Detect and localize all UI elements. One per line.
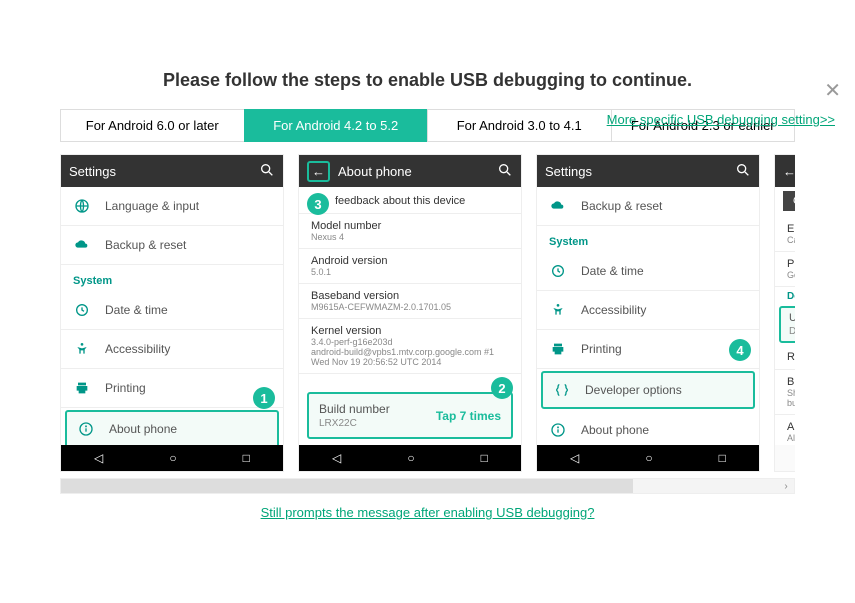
row-sub: Nexus 4 [311, 232, 509, 242]
item-label: Accessibility [105, 342, 170, 356]
print-icon [549, 340, 567, 358]
row-sub: Capture all bluetoot [787, 235, 795, 245]
developer-options-highlight: Developer options [541, 371, 755, 409]
item-label: About phone [109, 422, 177, 436]
section-system: System [61, 265, 283, 291]
clock-icon [73, 301, 91, 319]
android-nav-bar: ◁ ○ □ [61, 445, 283, 471]
screenshot-step-3: Settings Backup & reset System Date & ti… [536, 154, 760, 472]
cloud-icon [73, 236, 91, 254]
nav-back-icon: ◁ [94, 451, 103, 465]
step-badge-3: 3 [307, 193, 329, 215]
nav-back-icon: ◁ [332, 451, 341, 465]
row-sub: 3.4.0-perf-g16e203d android-build@vpbs1.… [311, 337, 509, 367]
usb-debugging-title: USB debugging [789, 312, 795, 324]
nav-home-icon: ○ [169, 451, 176, 465]
build-title: Build number [319, 402, 390, 416]
info-icon [77, 420, 95, 438]
item-label: Printing [105, 381, 146, 395]
item-label: Backup & reset [581, 199, 662, 213]
scroll-thumb[interactable] [61, 479, 633, 493]
clock-icon [549, 262, 567, 280]
row-title: Kernel version [311, 325, 509, 337]
usb-debugging-sub: Debug mode when [789, 326, 795, 337]
instruction-gallery: Settings Language & input Backup & reset… [60, 154, 795, 472]
row-title: Android version [311, 255, 509, 267]
toggle-on: On [783, 191, 795, 211]
row-title: Process Stats [787, 258, 795, 270]
screenshot-step-4: ←Develop On Enable BluetoothCapture all … [774, 154, 795, 472]
item-label: Developer options [585, 383, 682, 397]
item-label: Printing [581, 342, 622, 356]
row-sub: Show a button in th bug report [787, 388, 795, 408]
step-badge-2: 2 [491, 377, 513, 399]
close-button[interactable]: ✕ [824, 78, 841, 103]
tab-android-4-2[interactable]: For Android 4.2 to 5.2 [244, 109, 429, 142]
item-label: About phone [581, 423, 649, 437]
back-arrow-icon: ← [307, 161, 330, 182]
item-label: Language & input [105, 199, 199, 213]
row-title: Revoke USB debu [787, 351, 795, 363]
nav-recent-icon: □ [243, 451, 250, 465]
row-title: Baseband version [311, 290, 509, 302]
braces-icon [553, 381, 571, 399]
phone3-header: Settings [545, 164, 735, 179]
dialog-title: Please follow the steps to enable USB de… [0, 70, 855, 91]
item-label: Backup & reset [105, 238, 186, 252]
item-label: Date & time [105, 303, 168, 317]
row-title: Enable Bluetooth [787, 223, 795, 235]
step-badge-1: 1 [253, 387, 275, 409]
screenshot-step-2: ← About phone 3 feedback about this devi… [298, 154, 522, 472]
debugging-section: Debugging [775, 287, 795, 304]
phone2-header: About phone [338, 164, 497, 179]
row-title: Bug report short [787, 376, 795, 388]
feedback-label: feedback about this device [335, 195, 465, 207]
build-number-highlight: Build number LRX22C Tap 7 times [307, 392, 513, 439]
accessibility-icon [73, 340, 91, 358]
still-prompts-link[interactable]: Still prompts the message after enabling… [261, 505, 595, 520]
row-sub: 5.0.1 [311, 267, 509, 277]
tab-android-3[interactable]: For Android 3.0 to 4.1 [427, 109, 612, 142]
nav-recent-icon: □ [481, 451, 488, 465]
row-sub: Geeky stats about r [787, 270, 795, 280]
horizontal-scrollbar[interactable]: ‹ › [60, 478, 795, 494]
tab-android-6[interactable]: For Android 6.0 or later [60, 109, 245, 142]
print-icon [73, 379, 91, 397]
about-phone-highlight: About phone [65, 410, 279, 445]
step-badge-4: 4 [729, 339, 751, 361]
accessibility-icon [549, 301, 567, 319]
search-icon [735, 162, 751, 181]
back-arrow-icon: ← [783, 164, 795, 179]
screenshot-step-1: Settings Language & input Backup & reset… [60, 154, 284, 472]
nav-home-icon: ○ [407, 451, 414, 465]
android-nav-bar: ◁ ○ □ [299, 445, 521, 471]
cloud-icon [549, 197, 567, 215]
row-title: Allow mock locat [787, 421, 795, 433]
row-title: Model number [311, 220, 509, 232]
item-label: Date & time [581, 264, 644, 278]
nav-recent-icon: □ [719, 451, 726, 465]
tap-7-times-label: Tap 7 times [436, 409, 501, 423]
info-icon [549, 421, 567, 439]
nav-back-icon: ◁ [570, 451, 579, 465]
section-system: System [537, 226, 759, 252]
row-sub: Allow mock locatio [787, 433, 795, 443]
phone1-header: Settings [69, 164, 259, 179]
search-icon [497, 162, 513, 181]
globe-icon [73, 197, 91, 215]
row-sub: M9615A-CEFWMAZM-2.0.1701.05 [311, 302, 509, 312]
nav-home-icon: ○ [645, 451, 652, 465]
scroll-right-arrow[interactable]: › [778, 479, 794, 493]
android-nav-bar: ◁ ○ □ [537, 445, 759, 471]
item-label: Accessibility [581, 303, 646, 317]
more-settings-link[interactable]: More specific USB debugging setting>> [607, 112, 835, 127]
search-icon [259, 162, 275, 181]
build-sub: LRX22C [319, 418, 390, 429]
